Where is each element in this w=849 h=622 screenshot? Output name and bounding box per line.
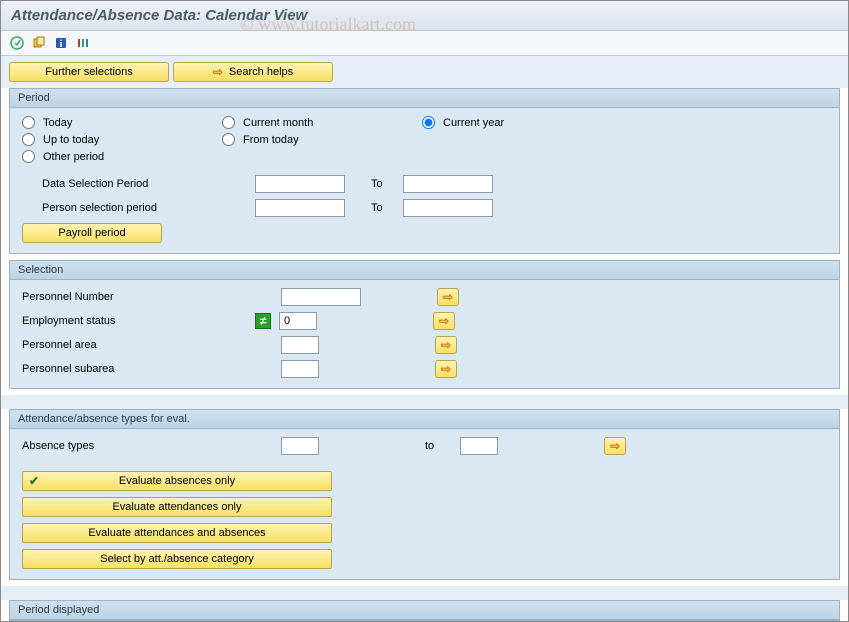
personnel-number-multiselect-button[interactable]: ⇨ [437, 288, 459, 306]
further-selections-label: Further selections [45, 66, 132, 78]
title-bar: Attendance/Absence Data: Calendar View [1, 1, 848, 31]
layout-icon[interactable] [75, 35, 91, 51]
radio-today-label: Today [43, 117, 72, 129]
absence-to-label: to [425, 440, 434, 452]
radio-from-today-input[interactable] [222, 133, 235, 146]
search-helps-label: Search helps [229, 66, 293, 78]
personnel-subarea-row: Personnel subarea ⇨ [22, 360, 827, 378]
absence-types-row: Absence types to ⇨ [22, 437, 827, 455]
employment-status-input[interactable] [279, 312, 317, 330]
person-selection-period-row: Person selection period To [22, 199, 827, 217]
absence-types-section: Attendance/absence types for eval. Absen… [9, 409, 840, 580]
radio-up-to-today[interactable]: Up to today [22, 133, 222, 146]
arrow-right-icon: ⇨ [441, 362, 451, 376]
payroll-period-label: Payroll period [58, 227, 125, 239]
select-by-category-button[interactable]: Select by att./absence category [22, 549, 332, 569]
absence-types-header: Attendance/absence types for eval. [10, 410, 839, 429]
employment-status-multiselect-button[interactable]: ⇨ [433, 312, 455, 330]
page-title: Attendance/Absence Data: Calendar View [11, 7, 307, 24]
radio-today-input[interactable] [22, 116, 35, 129]
evaluate-both-button[interactable]: Evaluate attendances and absences [22, 523, 332, 543]
radio-current-year-label: Current year [443, 117, 504, 129]
variant-icon[interactable] [31, 35, 47, 51]
personnel-area-input[interactable] [281, 336, 319, 354]
radio-other-period[interactable]: Other period [22, 150, 222, 163]
absence-types-multiselect-button[interactable]: ⇨ [604, 437, 626, 455]
radio-current-month-input[interactable] [222, 116, 235, 129]
arrow-right-icon: ⇨ [441, 338, 451, 352]
evaluate-absences-only-button[interactable]: ✔ Evaluate absences only [22, 471, 332, 491]
to-label-2: To [371, 202, 395, 214]
selection-section: Selection Personnel Number ⇨ Employment … [9, 260, 840, 389]
data-selection-to-input[interactable] [403, 175, 493, 193]
arrow-right-icon: ⇨ [610, 439, 620, 453]
radio-up-to-today-label: Up to today [43, 134, 99, 146]
period-header: Period [10, 89, 839, 108]
period-displayed-header: Period displayed [10, 601, 839, 620]
person-selection-from-input[interactable] [255, 199, 345, 217]
radio-current-year-input[interactable] [422, 116, 435, 129]
evaluate-attendances-only-button[interactable]: Evaluate attendances only [22, 497, 332, 517]
radio-current-month-label: Current month [243, 117, 313, 129]
personnel-number-input[interactable] [281, 288, 361, 306]
person-selection-label: Person selection period [22, 202, 247, 214]
person-selection-to-input[interactable] [403, 199, 493, 217]
personnel-number-label: Personnel Number [22, 291, 247, 303]
personnel-area-multiselect-button[interactable]: ⇨ [435, 336, 457, 354]
employment-status-label: Employment status [22, 315, 247, 327]
arrow-right-icon: ⇨ [439, 314, 449, 328]
arrow-right-icon: ⇨ [443, 290, 453, 304]
data-selection-label: Data Selection Period [22, 178, 247, 190]
info-icon[interactable]: i [53, 35, 69, 51]
selection-header: Selection [10, 261, 839, 280]
absence-types-label: Absence types [22, 440, 247, 452]
evaluate-absences-only-label: Evaluate absences only [119, 475, 235, 487]
radio-other-period-label: Other period [43, 151, 104, 163]
action-row: Further selections ⇨ Search helps [1, 56, 848, 88]
app-toolbar: i [1, 31, 848, 56]
svg-text:i: i [60, 39, 63, 50]
check-icon: ✔ [29, 474, 39, 488]
evaluate-attendances-only-label: Evaluate attendances only [112, 501, 241, 513]
further-selections-button[interactable]: Further selections [9, 62, 169, 82]
not-equal-icon[interactable]: ≠ [255, 313, 271, 329]
personnel-subarea-input[interactable] [281, 360, 319, 378]
radio-up-to-today-input[interactable] [22, 133, 35, 146]
to-label: To [371, 178, 395, 190]
data-selection-from-input[interactable] [255, 175, 345, 193]
personnel-subarea-multiselect-button[interactable]: ⇨ [435, 360, 457, 378]
radio-current-month[interactable]: Current month [222, 116, 422, 129]
data-selection-period-row: Data Selection Period To [22, 175, 827, 193]
execute-icon[interactable] [9, 35, 25, 51]
radio-today[interactable]: Today [22, 116, 222, 129]
select-by-category-label: Select by att./absence category [100, 553, 253, 565]
employment-status-row: Employment status ≠ ⇨ [22, 312, 827, 330]
personnel-area-label: Personnel area [22, 339, 247, 351]
personnel-number-row: Personnel Number ⇨ [22, 288, 827, 306]
period-section: Period Today Current month Current year … [9, 88, 840, 254]
radio-from-today[interactable]: From today [222, 133, 422, 146]
period-radio-grid: Today Current month Current year Up to t… [22, 116, 827, 163]
search-helps-button[interactable]: ⇨ Search helps [173, 62, 333, 82]
absence-types-from-input[interactable] [281, 437, 319, 455]
personnel-area-row: Personnel area ⇨ [22, 336, 827, 354]
radio-from-today-label: From today [243, 134, 299, 146]
evaluate-both-label: Evaluate attendances and absences [88, 527, 265, 539]
payroll-period-button[interactable]: Payroll period [22, 223, 162, 243]
radio-current-year[interactable]: Current year [422, 116, 622, 129]
absence-types-to-input[interactable] [460, 437, 498, 455]
radio-other-period-input[interactable] [22, 150, 35, 163]
personnel-subarea-label: Personnel subarea [22, 363, 247, 375]
arrow-right-icon: ⇨ [213, 65, 223, 79]
period-displayed-section: Period displayed [9, 600, 840, 621]
